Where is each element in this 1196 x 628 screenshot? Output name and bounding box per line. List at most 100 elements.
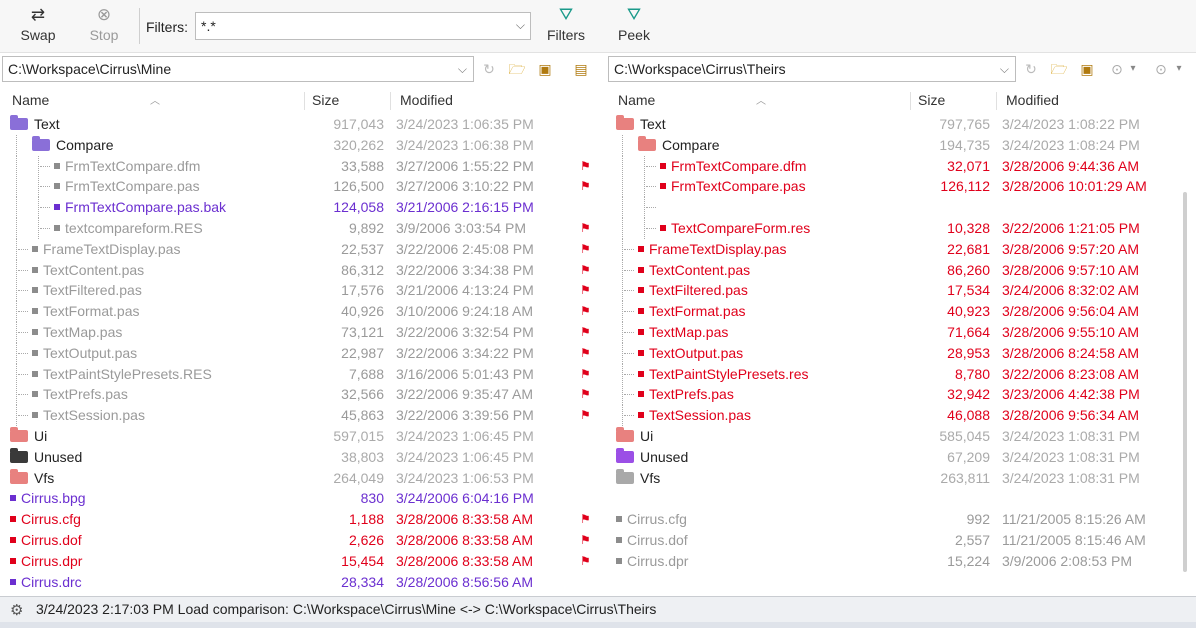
left-file-list[interactable]: Text 917,043 3/24/2023 1:06:35 PM Compare 32… (0, 114, 566, 590)
column-name[interactable]: Name (618, 92, 655, 108)
swap-button[interactable]: ⇄ Swap (14, 4, 62, 48)
gear-icon[interactable]: ⚙ (10, 601, 23, 619)
file-row[interactable]: TextSession.pas 46,088 3/28/2006 9:56:34 A… (606, 405, 1178, 427)
right-path-bar: C:\Workspace\Cirrus\Theirs ⌵ ↻ 🗁 ▣ ⊙ ▾ ⊙… (606, 56, 1196, 82)
history-icon[interactable]: ↻ (1020, 58, 1042, 80)
folder-row[interactable]: Text 917,043 3/24/2023 1:06:35 PM (0, 114, 566, 135)
column-divider[interactable] (390, 92, 391, 110)
column-divider[interactable] (910, 92, 911, 110)
file-row[interactable]: FrameTextDisplay.pas 22,681 3/28/2006 9:57… (606, 238, 1178, 260)
file-row[interactable]: TextFormat.pas 40,926 3/10/2006 9:24:18 AM (0, 301, 566, 323)
file-row[interactable]: TextPaintStylePresets.RES 7,688 3/16/2006 … (0, 363, 566, 385)
tree-guide (644, 217, 646, 239)
item-name: FrmTextCompare.pas.bak (54, 197, 226, 218)
file-row[interactable]: TextOutput.pas 22,987 3/22/2006 3:34:22 PM (0, 342, 566, 364)
item-label: TextOutput.pas (649, 344, 744, 361)
tree-guide (624, 311, 634, 313)
file-row[interactable]: TextMap.pas 71,664 3/28/2006 9:55:10 AM (606, 321, 1178, 343)
item-name: TextSession.pas (32, 405, 145, 426)
column-divider[interactable] (304, 92, 305, 110)
file-row[interactable]: Cirrus.cfg 992 11/21/2005 8:15:26 AM (606, 509, 1178, 530)
file-row[interactable]: FrmTextCompare.pas 126,112 3/28/2006 10:01… (606, 176, 1178, 198)
column-divider[interactable] (996, 92, 997, 110)
file-row[interactable]: TextSession.pas 45,863 3/22/2006 3:39:56 P… (0, 405, 566, 427)
peek-button[interactable]: ⛛ Peek (608, 4, 660, 48)
file-row[interactable]: TextPrefs.pas 32,566 3/22/2006 9:35:47 AM (0, 384, 566, 406)
file-row[interactable]: FrmTextCompare.dfm 32,071 3/28/2006 9:44:3… (606, 155, 1178, 177)
tree-guide (624, 352, 634, 355)
file-row[interactable]: TextCompareForm.res 10,328 3/22/2006 1:21:… (606, 217, 1178, 239)
back-icon[interactable]: ⊙ (1106, 58, 1128, 80)
item-label: Cirrus.dpr (627, 552, 689, 569)
chevron-down-icon[interactable]: ⌵ (1000, 62, 1009, 77)
tree-guide (644, 176, 646, 198)
file-row[interactable]: Cirrus.dof 2,626 3/28/2006 8:33:58 AM (0, 530, 566, 551)
left-path-input[interactable]: C:\Workspace\Cirrus\Mine ⌵ (2, 56, 474, 82)
toolbar-separator (139, 8, 140, 44)
file-row[interactable]: TextMap.pas 73,121 3/22/2006 3:32:54 PM (0, 321, 566, 343)
scrollbar-thumb[interactable] (1183, 192, 1187, 572)
file-row[interactable]: TextContent.pas 86,260 3/28/2006 9:57:10 A… (606, 259, 1178, 281)
open-folder-icon[interactable]: 🗁 (1048, 58, 1070, 80)
chevron-down-icon[interactable]: ⌵ (516, 18, 525, 33)
folder-row[interactable]: Compare 194,735 3/24/2023 1:08:24 PM (606, 134, 1178, 156)
file-row[interactable]: TextFiltered.pas 17,534 3/24/2006 8:32:02 … (606, 280, 1178, 302)
right-file-list[interactable]: Text 797,765 3/24/2023 1:08:22 PM Compare 19… (606, 114, 1178, 590)
chevron-down-icon[interactable]: ⌵ (458, 62, 467, 77)
file-row[interactable]: FrmTextCompare.pas.bak 124,058 3/21/2006 2… (0, 197, 566, 219)
file-row[interactable]: Cirrus.dpr 15,224 3/9/2006 2:08:53 PM (606, 551, 1178, 572)
file-row[interactable]: Cirrus.dof 2,557 11/21/2005 8:15:46 AM (606, 530, 1178, 551)
item-name: TextCompareForm.res (660, 218, 810, 239)
column-size[interactable]: Size (312, 92, 339, 108)
item-label: TextOutput.pas (43, 344, 138, 361)
folder-row[interactable]: Unused 67,209 3/24/2023 1:08:31 PM (606, 447, 1178, 468)
column-name[interactable]: Name (12, 92, 49, 108)
column-size[interactable]: Size (918, 92, 945, 108)
file-row[interactable]: FrmTextCompare.pas 126,500 3/27/2006 3:10:… (0, 176, 566, 198)
browse-icon[interactable]: ▣ (1076, 58, 1098, 80)
column-modified[interactable]: Modified (1006, 92, 1059, 108)
file-row[interactable]: FrameTextDisplay.pas 22,537 3/22/2006 2:45… (0, 238, 566, 260)
folder-row[interactable]: Vfs 263,811 3/24/2023 1:08:31 PM (606, 468, 1178, 489)
item-modified: 3/16/2006 5:01:43 PM (396, 365, 534, 382)
forward-dropdown-icon[interactable]: ▾ (1172, 58, 1186, 80)
file-row[interactable]: Cirrus.bpg 830 3/24/2006 6:04:16 PM (0, 488, 566, 509)
item-size: 32,071 (947, 157, 990, 174)
file-row[interactable]: TextFiltered.pas 17,576 3/21/2006 4:13:24 … (0, 280, 566, 302)
file-row[interactable]: TextFormat.pas 40,923 3/28/2006 9:56:04 AM (606, 301, 1178, 323)
vertical-scrollbar[interactable] (1178, 112, 1192, 590)
file-row[interactable]: Cirrus.cfg 1,188 3/28/2006 8:33:58 AM (0, 509, 566, 530)
right-path-input[interactable]: C:\Workspace\Cirrus\Theirs ⌵ (608, 56, 1016, 82)
open-folder-icon[interactable]: 🗁 (506, 58, 528, 80)
file-row[interactable]: Cirrus.drc 28,334 3/28/2006 8:56:56 AM (0, 572, 566, 590)
folder-row[interactable]: Text 797,765 3/24/2023 1:08:22 PM (606, 114, 1178, 135)
sync-folders-icon[interactable]: ▤ (570, 58, 592, 80)
history-icon[interactable]: ↻ (478, 58, 500, 80)
item-name: Cirrus.dpr (616, 551, 688, 572)
folder-row[interactable]: Vfs 264,049 3/24/2023 1:06:53 PM (0, 468, 566, 489)
item-size: 28,953 (947, 344, 990, 361)
filters-button[interactable]: ⛛ Filters (540, 4, 592, 48)
file-row[interactable]: Cirrus.dpr 15,454 3/28/2006 8:33:58 AM (0, 551, 566, 572)
folder-row[interactable]: Unused 38,803 3/24/2023 1:06:45 PM (0, 447, 566, 468)
item-modified: 3/28/2006 9:57:20 AM (1002, 240, 1139, 257)
file-row[interactable]: TextOutput.pas 28,953 3/28/2006 8:24:58 AM (606, 342, 1178, 364)
item-modified: 3/24/2023 1:06:45 PM (396, 427, 534, 444)
file-row[interactable]: TextPrefs.pas 32,942 3/23/2006 4:42:38 PM (606, 384, 1178, 406)
browse-icon[interactable]: ▣ (534, 58, 556, 80)
tree-guide (40, 165, 50, 168)
item-label: TextPrefs.pas (649, 386, 734, 403)
column-modified[interactable]: Modified (400, 92, 453, 108)
tree-guide (16, 342, 18, 364)
stop-button[interactable]: ⊗ Stop (80, 4, 128, 48)
forward-icon[interactable]: ⊙ (1150, 58, 1172, 80)
file-row[interactable]: textcompareform.RES 9,892 3/9/2006 3:03:54… (0, 217, 566, 239)
folder-row[interactable]: Ui 585,045 3/24/2023 1:08:31 PM (606, 426, 1178, 447)
folder-row[interactable]: Ui 597,015 3/24/2023 1:06:45 PM (0, 426, 566, 447)
file-row[interactable]: FrmTextCompare.dfm 33,588 3/27/2006 1:55:2… (0, 155, 566, 177)
file-row[interactable]: TextPaintStylePresets.res 8,780 3/22/2006 … (606, 363, 1178, 385)
folder-row[interactable]: Compare 320,262 3/24/2023 1:06:38 PM (0, 134, 566, 156)
filters-input[interactable]: *.* ⌵ (195, 12, 531, 40)
back-dropdown-icon[interactable]: ▾ (1126, 58, 1140, 80)
file-row[interactable]: TextContent.pas 86,312 3/22/2006 3:34:38 P… (0, 259, 566, 281)
